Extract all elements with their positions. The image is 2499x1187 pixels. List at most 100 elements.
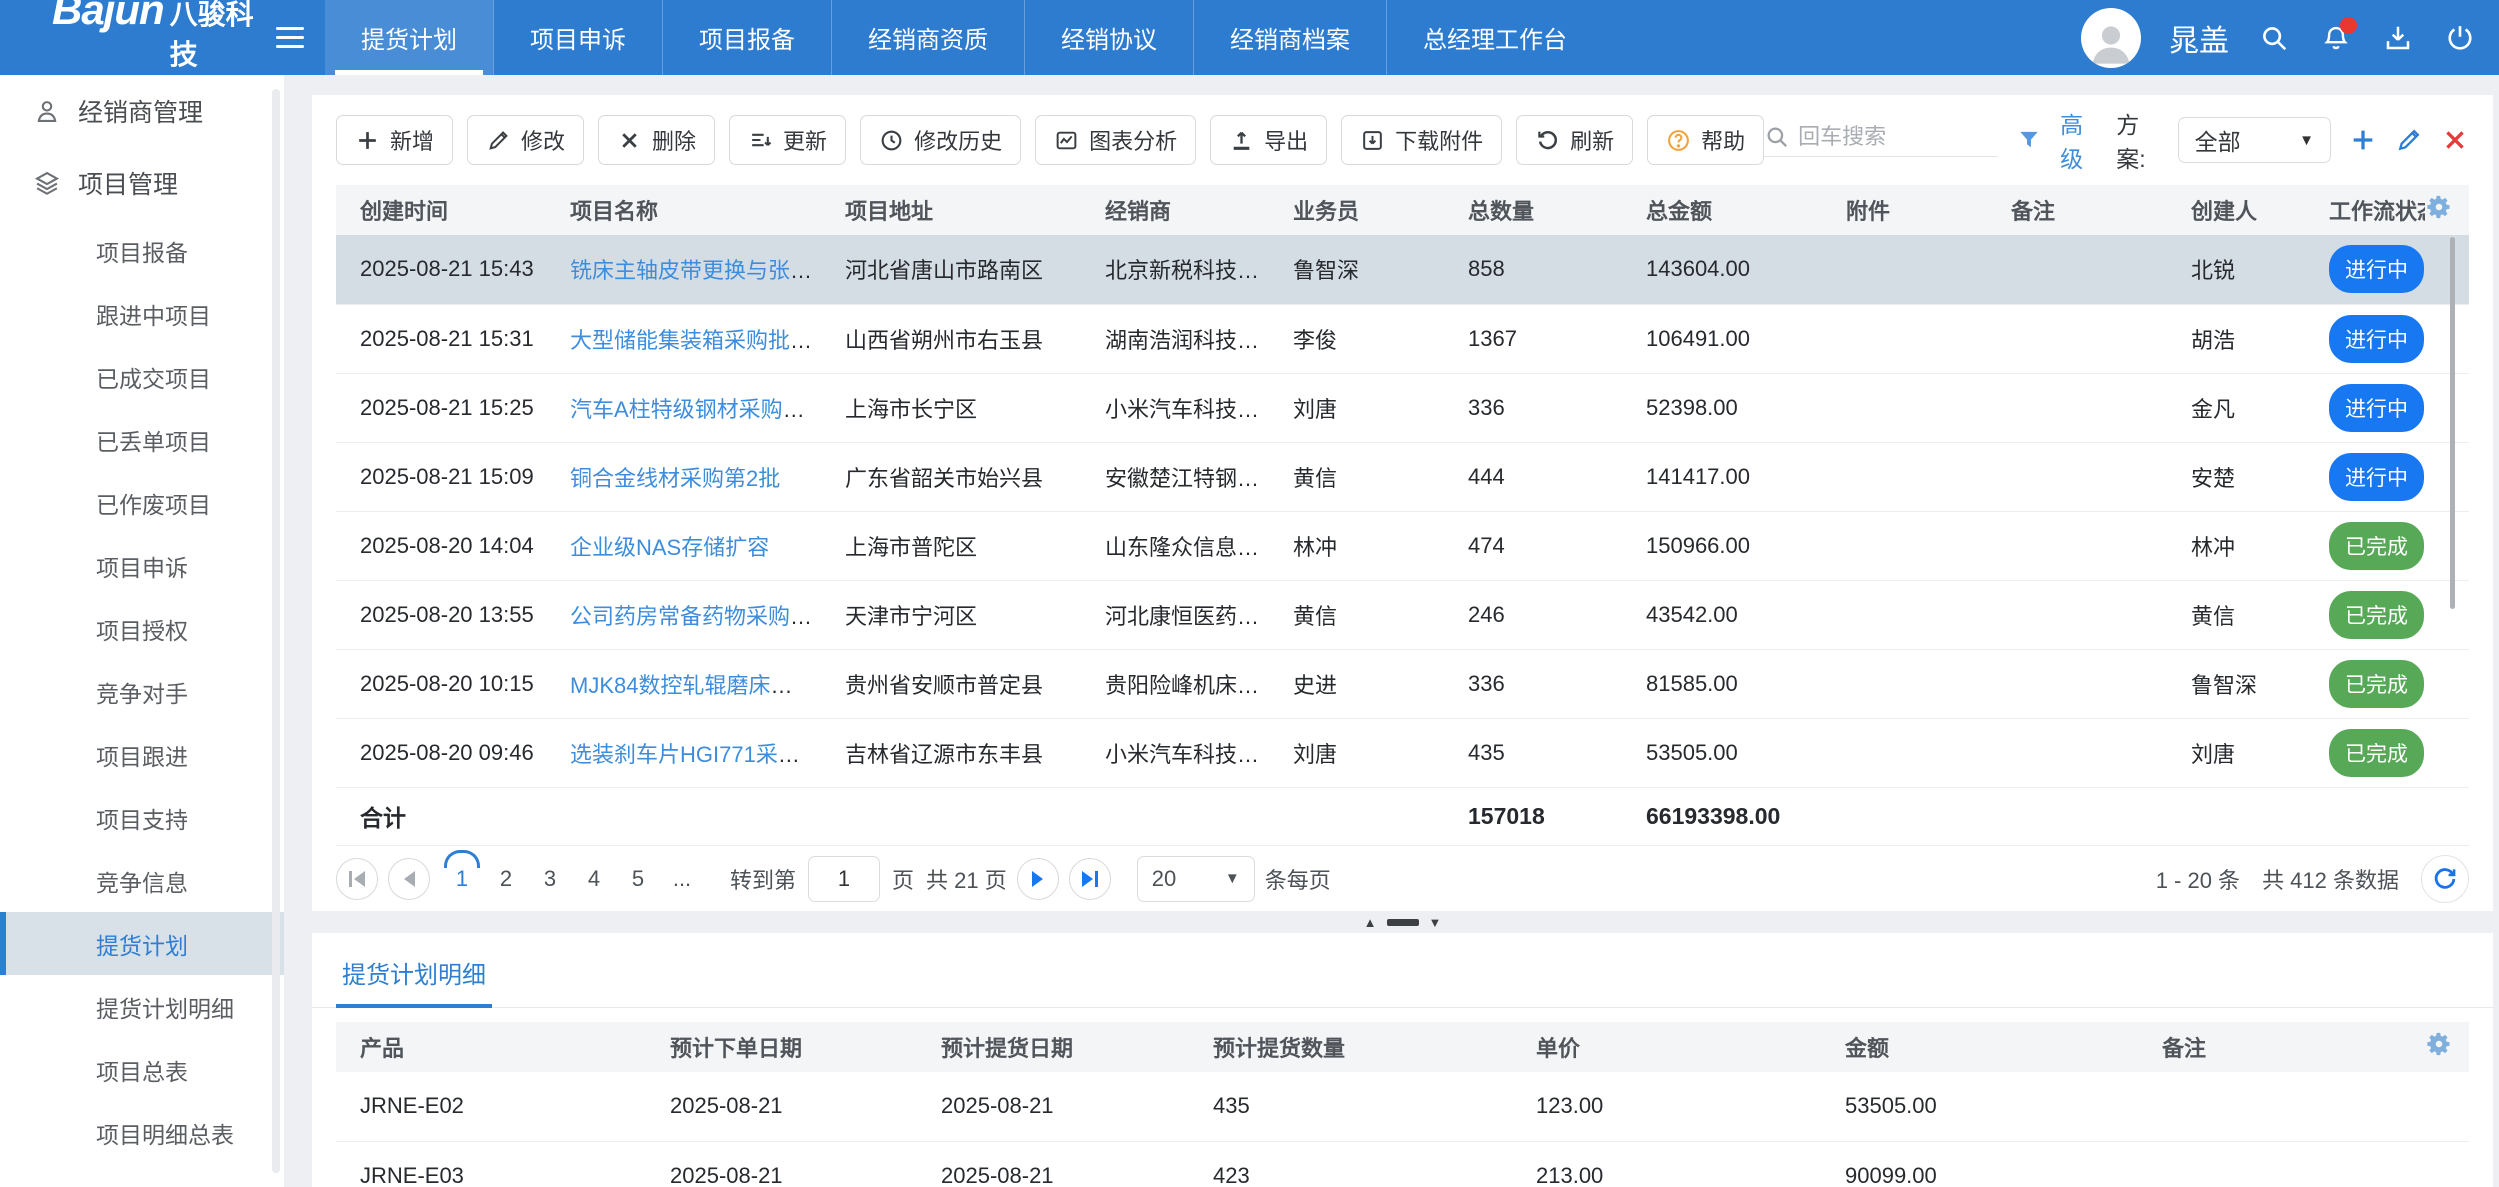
sidebar-item[interactable]: 已成交项目 [0, 345, 284, 408]
pagination-bar: 12345... 转到第 页 共 21 页 20 ▼ 条每页 1 - 20 条 [336, 845, 2469, 911]
sidebar-item[interactable]: 已丢单项目 [0, 408, 284, 471]
filter-funnel-icon[interactable] [2016, 127, 2042, 153]
page-size-select[interactable]: 20 ▼ [1137, 856, 1255, 902]
toolbar-button[interactable]: 导出 [1210, 115, 1327, 165]
table-row[interactable]: 2025-08-20 13:55 公司药房常备药物采购第1批 天津市宁河区 河北… [336, 580, 2469, 649]
collapse-up-icon[interactable]: ▲ [1364, 916, 1377, 929]
delete-scheme-icon[interactable] [2441, 126, 2469, 154]
edit-scheme-icon[interactable] [2395, 126, 2423, 154]
splitter-drag-handle[interactable] [1387, 919, 1419, 926]
project-name-link[interactable]: 铜合金线材采购第2批 [570, 466, 780, 491]
project-name-link[interactable]: 汽车A柱特级钢材采购第1批 [570, 397, 821, 422]
sidebar-item[interactable]: 提货计划 [0, 912, 284, 975]
nav-tab[interactable]: 经销协议 [1024, 0, 1193, 75]
toolbar-button[interactable]: 删除 [598, 115, 715, 165]
table-row[interactable]: 2025-08-21 15:09 铜合金线材采购第2批 广东省韶关市始兴县 安徽… [336, 442, 2469, 511]
sidebar-scrollbar[interactable] [272, 89, 280, 1173]
last-page-button[interactable] [1069, 858, 1111, 900]
sidebar-item[interactable]: 竞争对手 [0, 660, 284, 723]
sidebar-item[interactable]: 跟进中项目 [0, 282, 284, 345]
toolbar-button[interactable]: 修改 [467, 115, 584, 165]
project-name-link[interactable]: 公司药房常备药物采购第1批 [570, 604, 821, 629]
table-row[interactable]: 2025-08-20 09:46 选装刹车片HGI771采购第... 吉林省辽源… [336, 718, 2469, 787]
project-name-link[interactable]: 选装刹车片HGI771采购第... [570, 742, 821, 767]
add-scheme-icon[interactable] [2349, 126, 2377, 154]
page-number[interactable]: 2 [484, 860, 528, 898]
detail-column-header: 备注 [2138, 1022, 2425, 1072]
search-icon[interactable] [2257, 21, 2291, 55]
notifications-bell-icon[interactable] [2319, 21, 2353, 55]
detail-column-header: 预计提货日期 [917, 1022, 1189, 1072]
user-name[interactable]: 晁盖 [2169, 16, 2229, 60]
table-row[interactable]: 2025-08-21 15:25 汽车A柱特级钢材采购第1批 上海市长宁区 小米… [336, 373, 2469, 442]
sidebar-item[interactable]: 竞争信息 [0, 849, 284, 912]
cell-attachment [1822, 718, 1987, 787]
sidebar-item[interactable]: 项目申诉 [0, 534, 284, 597]
grid-search-input[interactable] [1798, 124, 1998, 150]
table-row[interactable]: 2025-08-21 15:31 大型储能集装箱采购批1批 山西省朔州市右玉县 … [336, 304, 2469, 373]
table-scrollbar[interactable] [2450, 237, 2455, 609]
workflow-status-badge: 进行中 [2329, 315, 2424, 363]
toolbar-button[interactable]: 修改历史 [860, 115, 1021, 165]
sidebar-item[interactable]: 项目明细总表 [0, 1101, 284, 1164]
project-name-link[interactable]: 企业级NAS存储扩容 [570, 535, 769, 560]
toolbar-button[interactable]: 图表分析 [1035, 115, 1196, 165]
advanced-search-link[interactable]: 高级 [2060, 106, 2098, 174]
detail-row[interactable]: JRNE-E02 2025-08-21 2025-08-21 435 123.0… [336, 1072, 2469, 1141]
toolbar-button[interactable]: 更新 [729, 115, 846, 165]
sidebar-item[interactable]: 已作废项目 [0, 471, 284, 534]
download-center-icon[interactable] [2381, 21, 2415, 55]
project-name-link[interactable]: MJK84数控轧辊磨床采购... [570, 673, 821, 698]
nav-tab[interactable]: 经销商资质 [831, 0, 1024, 75]
page-number[interactable]: 4 [572, 860, 616, 898]
sidebar-item[interactable]: 经销商管理 [0, 75, 284, 147]
table-row[interactable]: 2025-08-20 14:04 企业级NAS存储扩容 上海市普陀区 山东隆众信… [336, 511, 2469, 580]
project-name-link[interactable]: 大型储能集装箱采购批1批 [570, 328, 821, 353]
table-row[interactable]: 2025-08-20 10:15 MJK84数控轧辊磨床采购... 贵州省安顺市… [336, 649, 2469, 718]
sidebar-item[interactable]: 提货计划明细 [0, 975, 284, 1038]
scheme-select[interactable]: 全部 ▼ [2178, 117, 2331, 163]
column-settings-gear-icon[interactable] [2425, 185, 2469, 235]
cell-attachment [1822, 511, 1987, 580]
goto-page-input[interactable] [808, 856, 880, 902]
scheme-select-value: 全部 [2195, 123, 2241, 157]
prev-page-button[interactable] [388, 858, 430, 900]
detail-row[interactable]: JRNE-E03 2025-08-21 2025-08-21 423 213.0… [336, 1141, 2469, 1187]
nav-tab[interactable]: 经销商档案 [1193, 0, 1386, 75]
pickup-detail-table: 产品预计下单日期预计提货日期预计提货数量单价金额备注 JRNE-E02 2025… [336, 1022, 2469, 1187]
refresh-grid-icon[interactable] [2421, 855, 2469, 903]
toolbar-button-label: 导出 [1264, 124, 1308, 156]
toolbar-button[interactable]: 下载附件 [1341, 115, 1502, 165]
project-name-link[interactable]: 铣床主轴皮带更换与张力... [570, 258, 821, 283]
nav-tab[interactable]: 提货计划 [325, 0, 493, 75]
collapse-down-icon[interactable]: ▼ [1429, 916, 1442, 929]
sidebar-item[interactable]: 项目授权 [0, 597, 284, 660]
nav-tab[interactable]: 总经理工作台 [1386, 0, 1603, 75]
page-number[interactable]: ... [660, 860, 704, 898]
sidebar-item[interactable]: 项目总表 [0, 1038, 284, 1101]
sidebar-item[interactable]: 项目管理 [0, 147, 284, 219]
toolbar-button[interactable]: 刷新 [1516, 115, 1633, 165]
first-page-button[interactable] [336, 858, 378, 900]
page-number[interactable]: 1 [440, 860, 484, 898]
detail-column-settings-gear-icon[interactable] [2425, 1022, 2469, 1072]
table-row[interactable]: 2025-08-21 15:43 铣床主轴皮带更换与张力... 河北省唐山市路南… [336, 235, 2469, 304]
sidebar-item[interactable]: 项目跟进 [0, 723, 284, 786]
logout-power-icon[interactable] [2443, 21, 2477, 55]
next-page-button[interactable] [1017, 858, 1059, 900]
page-number[interactable]: 5 [616, 860, 660, 898]
menu-toggle-icon[interactable] [255, 0, 325, 75]
nav-tab[interactable]: 项目申诉 [493, 0, 662, 75]
nav-tab[interactable]: 项目报备 [662, 0, 831, 75]
sidebar-item[interactable]: 项目报备 [0, 219, 284, 282]
help-icon [1666, 128, 1691, 153]
cell-remark [1987, 442, 2167, 511]
toolbar-button[interactable]: 新增 [336, 115, 453, 165]
cell-remark [1987, 235, 2167, 304]
sidebar-item[interactable]: 项目支持 [0, 786, 284, 849]
toolbar-button[interactable]: 帮助 [1647, 115, 1764, 165]
page-number[interactable]: 3 [528, 860, 572, 898]
user-avatar[interactable] [2081, 8, 2141, 68]
tab-pickup-plan-detail[interactable]: 提货计划明细 [336, 949, 492, 1008]
app-logo[interactable]: Bajun 八骏科技 Anyone,Anytime,Anywhere! [0, 0, 255, 75]
